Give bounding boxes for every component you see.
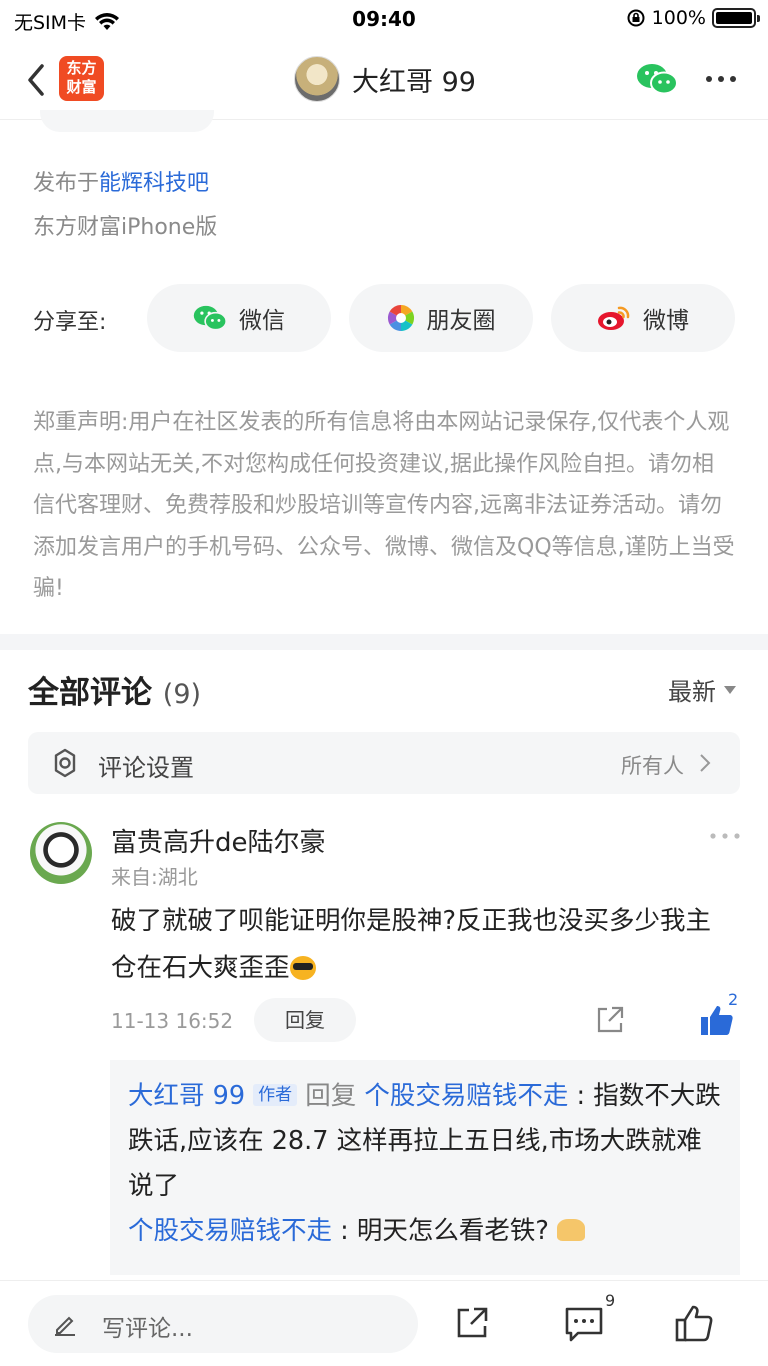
battery-icon bbox=[712, 8, 760, 28]
posted-prefix: 发布于 bbox=[33, 171, 100, 196]
sunglasses-emoji-icon bbox=[289, 956, 316, 980]
partial-button[interactable] bbox=[40, 110, 214, 132]
author-name[interactable]: 大红哥 99 bbox=[352, 60, 476, 99]
reply-author[interactable]: 大红哥 99 bbox=[128, 1081, 245, 1111]
comment-placeholder: 写评论... bbox=[102, 1316, 193, 1342]
caret-down-icon bbox=[724, 685, 736, 694]
commenter-avatar[interactable] bbox=[30, 822, 92, 884]
pencil-icon bbox=[55, 1316, 75, 1336]
reply-item[interactable]: 大红哥 99 作者 回复 个股交易赔钱不走 : 指数不大跌跌话,应该在 28.7… bbox=[128, 1074, 722, 1209]
battery-percent: 100% bbox=[651, 7, 706, 29]
reply-target[interactable]: 个股交易赔钱不走 bbox=[364, 1081, 568, 1111]
write-comment-input[interactable]: 写评论... bbox=[28, 1295, 418, 1353]
rotation-lock-icon bbox=[627, 9, 645, 27]
chevron-right-icon bbox=[700, 754, 711, 772]
comment-settings-value: 所有人 bbox=[621, 754, 684, 778]
share-moments-label: 朋友圈 bbox=[426, 308, 496, 334]
comment-icon[interactable] bbox=[564, 1305, 604, 1343]
posted-in: 发布于能辉科技吧 bbox=[33, 165, 209, 197]
disclaimer-text: 郑重声明:用户在社区发表的所有信息将由本网站记录保存,仅代表个人观点,与本网站无… bbox=[33, 410, 735, 601]
moments-icon bbox=[387, 304, 414, 332]
back-arrow-icon[interactable] bbox=[22, 60, 52, 100]
section-divider bbox=[0, 634, 768, 650]
wechat-icon bbox=[193, 305, 227, 331]
thumbs-up-icon[interactable] bbox=[674, 1303, 714, 1343]
wechat-share-icon[interactable] bbox=[636, 62, 678, 96]
weibo-icon bbox=[598, 306, 630, 330]
reply-word: 回复 bbox=[305, 1081, 357, 1111]
share-label: 分享至: bbox=[33, 310, 107, 335]
comment-more-icon[interactable] bbox=[708, 830, 742, 842]
app-logo[interactable]: 东方 财富 bbox=[59, 56, 104, 101]
comment-settings-label: 评论设置 bbox=[98, 754, 194, 782]
pray-emoji-icon bbox=[556, 1219, 585, 1241]
sort-dropdown[interactable]: 最新 bbox=[668, 672, 736, 707]
comments-title: 全部评论 bbox=[28, 675, 152, 711]
nav-user[interactable]: 大红哥 99 bbox=[294, 56, 476, 102]
comments-count: (9) bbox=[162, 679, 202, 710]
commenter-name[interactable]: 富贵高升de陆尔豪 bbox=[111, 822, 326, 859]
gear-icon bbox=[54, 748, 76, 778]
logo-line-1: 东方 bbox=[66, 59, 97, 77]
nav-bar: 东方 财富 大红哥 99 bbox=[0, 40, 768, 120]
forum-link[interactable]: 能辉科技吧 bbox=[99, 171, 209, 196]
reply-separator: : bbox=[576, 1081, 586, 1111]
author-badge: 作者 bbox=[253, 1084, 298, 1106]
share-row: 分享至: 微信 朋友圈 微博 bbox=[33, 284, 735, 352]
sort-label: 最新 bbox=[668, 678, 716, 706]
share-weibo-label: 微博 bbox=[643, 308, 689, 334]
logo-line-2: 财富 bbox=[66, 78, 97, 96]
comment-text: 破了就破了呗能证明你是股神?反正我也没买多少我主仓在石大爽歪歪 bbox=[111, 906, 712, 983]
author-avatar[interactable] bbox=[294, 56, 340, 102]
bottom-bar: 写评论... 9 bbox=[0, 1280, 768, 1366]
reply-button[interactable]: 回复 bbox=[254, 998, 356, 1042]
comment-time: 11-13 16:52 bbox=[111, 1009, 234, 1033]
commenter-location: 来自:湖北 bbox=[111, 865, 198, 889]
comment-share-icon[interactable] bbox=[594, 1004, 626, 1036]
status-bar: 无SIM卡 09:40 100% bbox=[0, 0, 768, 40]
reply-author[interactable]: 个股交易赔钱不走 bbox=[128, 1216, 332, 1246]
device-source: 东方财富iPhone版 bbox=[33, 215, 218, 240]
comment-count-badge: 9 bbox=[605, 1291, 616, 1310]
reply-separator: : bbox=[340, 1216, 349, 1246]
comment-text-block: 破了就破了呗能证明你是股神?反正我也没买多少我主仓在石大爽歪歪 bbox=[111, 898, 731, 992]
share-moments-button[interactable]: 朋友圈 bbox=[349, 284, 533, 352]
comments-heading: 全部评论 (9) bbox=[28, 667, 201, 712]
comment-settings-row[interactable]: 评论设置 所有人 bbox=[28, 732, 740, 794]
share-wechat-label: 微信 bbox=[239, 308, 285, 334]
reply-text: 明天怎么看老铁? bbox=[356, 1216, 549, 1246]
share-weibo-button[interactable]: 微博 bbox=[551, 284, 735, 352]
share-icon[interactable] bbox=[454, 1305, 490, 1341]
comment-like-count: 2 bbox=[728, 990, 739, 1009]
reply-item[interactable]: 个股交易赔钱不走 : 明天怎么看老铁? bbox=[128, 1209, 722, 1254]
battery-group: 100% bbox=[626, 7, 760, 29]
share-wechat-button[interactable]: 微信 bbox=[147, 284, 331, 352]
more-options-icon[interactable] bbox=[704, 66, 738, 92]
reply-thread: 大红哥 99 作者 回复 个股交易赔钱不走 : 指数不大跌跌话,应该在 28.7… bbox=[110, 1060, 740, 1275]
